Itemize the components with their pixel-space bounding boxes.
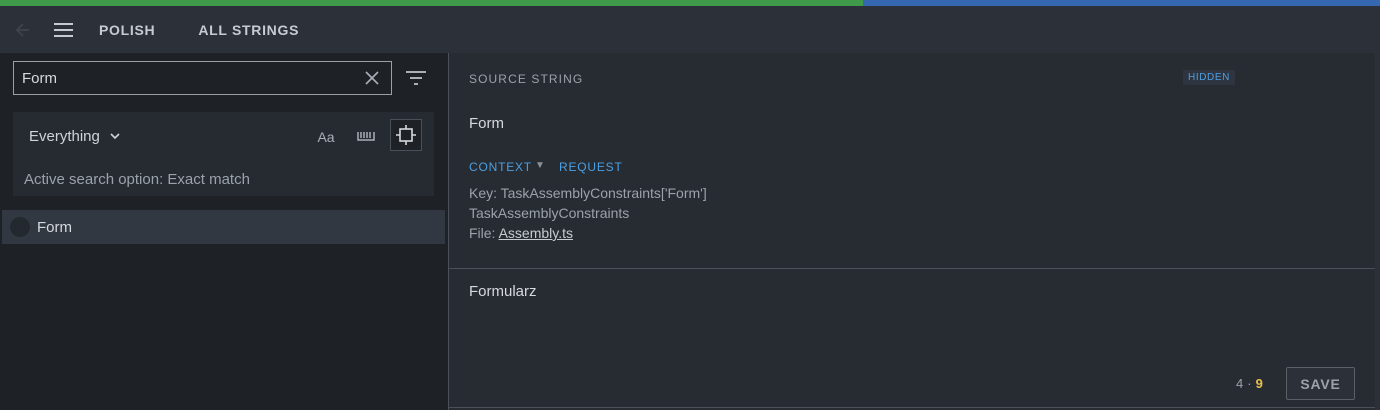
resource-link[interactable]: ALL STRINGS [198, 22, 299, 38]
translation-field[interactable]: Formularz [469, 283, 537, 300]
caret-down-icon[interactable]: ▼ [535, 160, 545, 171]
file-link[interactable]: Assembly.ts [499, 225, 573, 241]
bottom-divider [449, 407, 1376, 408]
chevron-down-icon [110, 133, 120, 140]
search-status-text: Active search option: Exact match [24, 171, 250, 188]
scrollbar[interactable] [1375, 53, 1380, 410]
counter-max: 9 [1255, 376, 1263, 391]
entity-text: Form [37, 218, 72, 236]
search-box [13, 61, 392, 95]
menu-icon[interactable] [54, 6, 76, 53]
char-counter: 4 · 9 [1236, 376, 1263, 391]
back-arrow-icon [14, 6, 34, 53]
search-scope-label: Everything [29, 128, 100, 145]
search-options-panel: Everything Aa Active search option: Exac… [13, 112, 434, 196]
status-badge: HIDDEN [1183, 70, 1235, 85]
search-input[interactable] [14, 62, 354, 94]
locale-link[interactable]: POLISH [99, 22, 155, 38]
filter-icon[interactable] [404, 68, 428, 88]
section-title: SOURCE STRING [469, 72, 584, 86]
match-case-button[interactable]: Aa [313, 125, 339, 149]
counter-current: 4 [1236, 376, 1244, 391]
counter-separator: · [1247, 376, 1252, 391]
search-scope-select[interactable]: Everything [29, 128, 120, 145]
editor-divider [449, 268, 1376, 269]
list-item[interactable]: Form [2, 210, 445, 244]
exact-match-icon[interactable] [390, 119, 422, 151]
status-indicator [10, 217, 30, 237]
entity-file: File: Assembly.ts [469, 225, 573, 241]
editor-panel: SOURCE STRING HIDDEN Form CONTEXT ▼ REQU… [449, 53, 1380, 410]
app-header: POLISH ALL STRINGS [0, 6, 1380, 53]
whitespace-icon[interactable] [353, 125, 379, 149]
tab-context[interactable]: CONTEXT [469, 160, 532, 174]
close-icon[interactable] [363, 69, 381, 87]
entities-panel: Everything Aa Active search option: Exac… [0, 53, 448, 410]
tab-request[interactable]: REQUEST [559, 160, 623, 174]
entity-key: Key: TaskAssemblyConstraints['Form'] [469, 185, 707, 201]
save-button[interactable]: SAVE [1286, 367, 1355, 400]
entity-comment: TaskAssemblyConstraints [469, 205, 630, 221]
original-string: Form [469, 115, 504, 132]
file-prefix: File: [469, 225, 499, 241]
